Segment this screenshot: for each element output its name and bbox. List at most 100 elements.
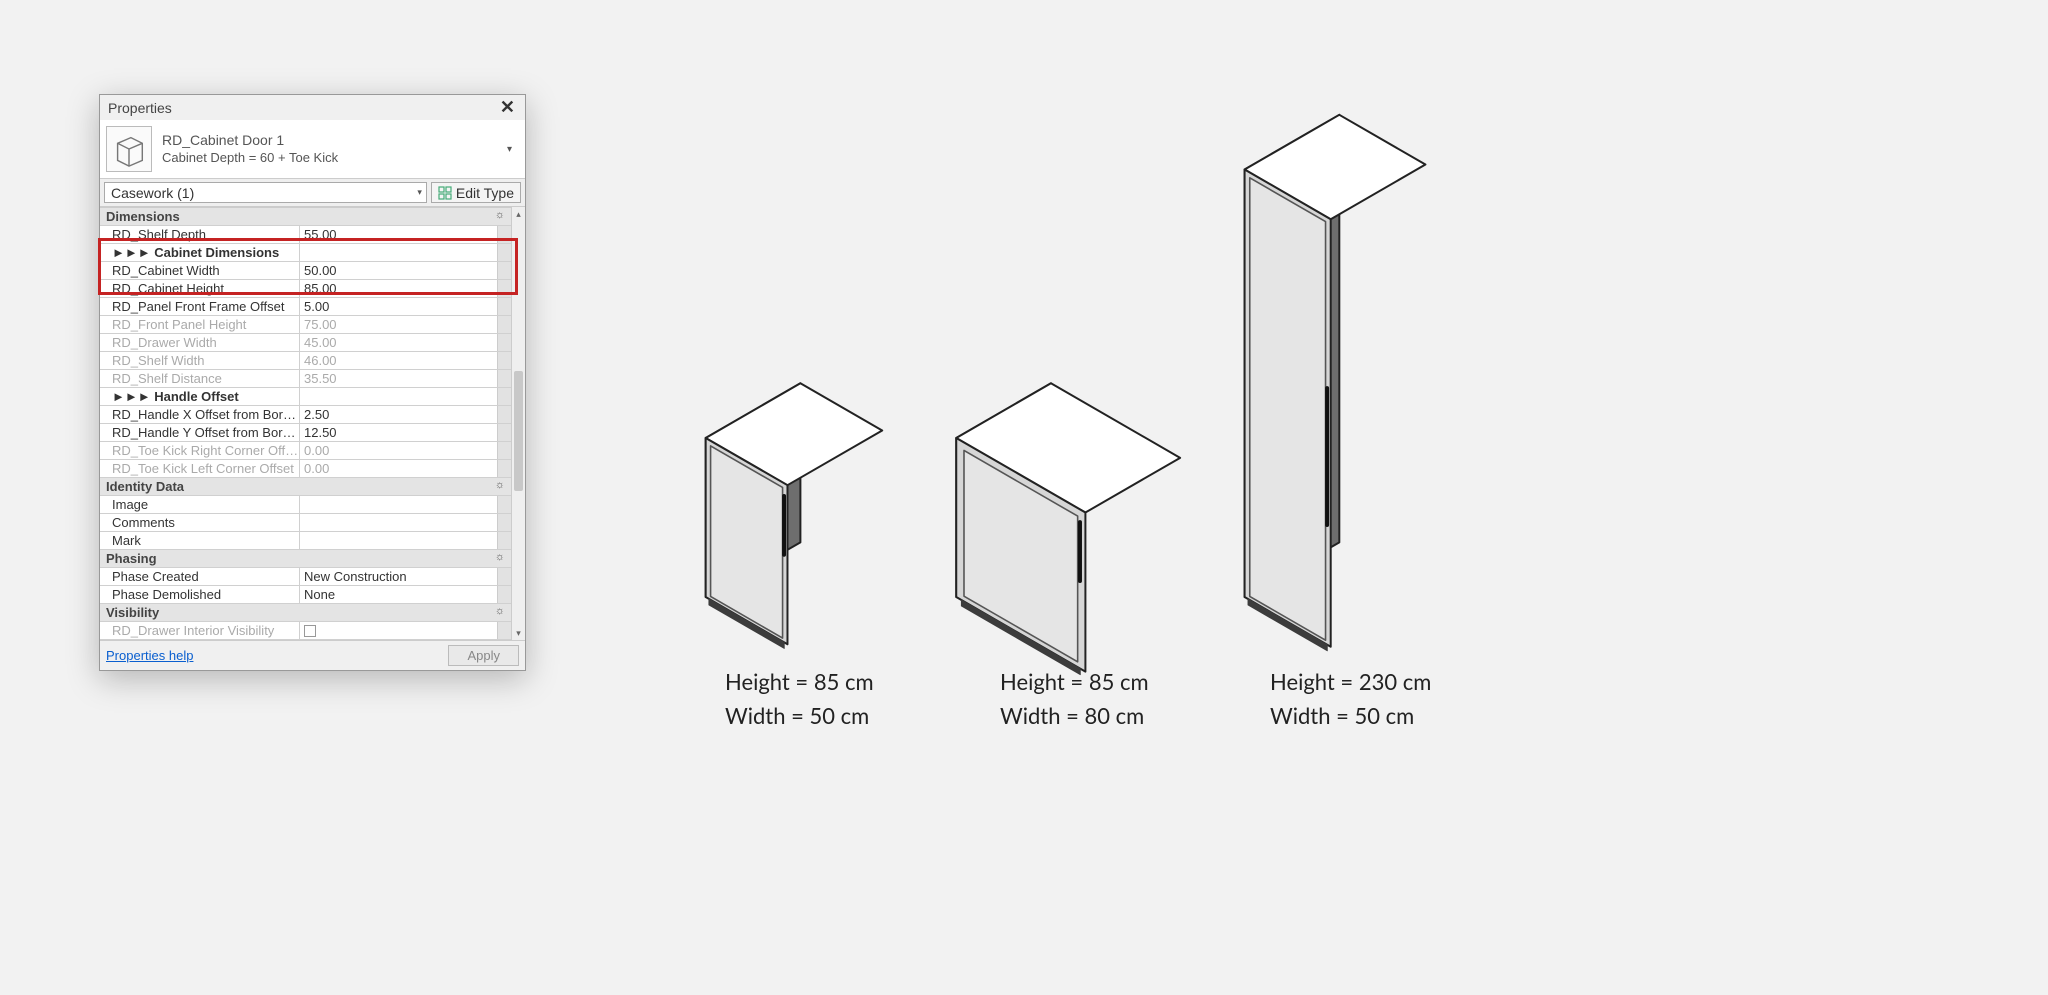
property-value — [300, 622, 497, 639]
group-header-identity[interactable]: Identity Data ☼ — [100, 478, 511, 496]
cabinet-1-label: Height = 85 cm Width = 50 cm — [725, 665, 874, 733]
property-row: RD_Front Panel Height75.00 — [100, 316, 511, 334]
property-row: RD_Toe Kick Left Corner Offset0.00 — [100, 460, 511, 478]
property-value[interactable]: 2.50 — [300, 406, 497, 423]
property-action-button[interactable] — [497, 244, 511, 261]
property-row: RD_Drawer Interior Visibility — [100, 622, 511, 640]
property-action-button — [497, 460, 511, 477]
property-row[interactable]: Mark — [100, 532, 511, 550]
property-value[interactable] — [300, 514, 497, 531]
property-row[interactable]: Phase DemolishedNone — [100, 586, 511, 604]
property-label: RD_Handle X Offset from Border — [100, 406, 300, 423]
property-action-button — [497, 316, 511, 333]
property-row[interactable]: RD_Handle Y Offset from Border12.50 — [100, 424, 511, 442]
property-row: RD_Shelf Distance35.50 — [100, 370, 511, 388]
property-row[interactable]: ►►► Handle Offset — [100, 388, 511, 406]
property-value[interactable]: 5.00 — [300, 298, 497, 315]
property-action-button[interactable] — [497, 586, 511, 603]
type-subname: Cabinet Depth = 60 + Toe Kick — [162, 150, 507, 167]
property-action-button — [497, 370, 511, 387]
property-action-button[interactable] — [497, 424, 511, 441]
property-row[interactable]: Image — [100, 496, 511, 514]
property-action-button[interactable] — [497, 280, 511, 297]
group-header-visibility[interactable]: Visibility ☼ — [100, 604, 511, 622]
property-value[interactable]: 55.00 — [300, 226, 497, 243]
scroll-thumb[interactable] — [514, 371, 523, 491]
property-row: RD_Drawer Width45.00 — [100, 334, 511, 352]
property-action-button[interactable] — [497, 406, 511, 423]
type-name: RD_Cabinet Door 1 — [162, 131, 507, 149]
property-value[interactable]: 12.50 — [300, 424, 497, 441]
property-action-button — [497, 334, 511, 351]
property-action-button — [497, 442, 511, 459]
collapse-icon[interactable]: ☼ — [495, 479, 505, 491]
collapse-icon[interactable]: ☼ — [495, 209, 505, 221]
property-row[interactable]: RD_Panel Front Frame Offset5.00 — [100, 298, 511, 316]
property-value: 35.50 — [300, 370, 497, 387]
collapse-icon[interactable]: ☼ — [495, 605, 505, 617]
property-label: Image — [100, 496, 300, 513]
property-value: 75.00 — [300, 316, 497, 333]
property-value[interactable] — [300, 532, 497, 549]
collapse-icon[interactable]: ☼ — [495, 551, 505, 563]
scrollbar[interactable]: ▴ ▾ — [511, 207, 525, 640]
cabinet-3-label: Height = 230 cm Width = 50 cm — [1270, 665, 1431, 733]
properties-panel: Properties ✕ RD_Cabinet Door 1 Cabinet D… — [99, 94, 526, 671]
property-value[interactable]: 50.00 — [300, 262, 497, 279]
category-dropdown[interactable]: Casework (1) ▾ — [104, 182, 427, 203]
property-action-button[interactable] — [497, 496, 511, 513]
property-row[interactable]: RD_Cabinet Width50.00 — [100, 262, 511, 280]
edit-type-button[interactable]: Edit Type — [431, 182, 521, 203]
property-action-button[interactable] — [497, 568, 511, 585]
property-row[interactable]: RD_Shelf Depth55.00 — [100, 226, 511, 244]
property-value: 45.00 — [300, 334, 497, 351]
close-icon[interactable]: ✕ — [496, 97, 519, 118]
chevron-down-icon[interactable]: ▾ — [507, 126, 519, 155]
group-header-dimensions[interactable]: Dimensions ☼ — [100, 208, 511, 226]
property-value[interactable] — [300, 496, 497, 513]
property-label: RD_Panel Front Frame Offset — [100, 298, 300, 315]
property-action-button[interactable] — [497, 532, 511, 549]
property-value[interactable]: New Construction — [300, 568, 497, 585]
property-value[interactable] — [300, 244, 497, 261]
property-label: RD_Front Panel Height — [100, 316, 300, 333]
property-action-button[interactable] — [497, 226, 511, 243]
property-label: RD_Drawer Interior Visibility — [100, 622, 300, 639]
property-action-button[interactable] — [497, 298, 511, 315]
property-action-button[interactable] — [497, 262, 511, 279]
property-label: RD_Shelf Width — [100, 352, 300, 369]
property-label: RD_Handle Y Offset from Border — [100, 424, 300, 441]
property-action-button[interactable] — [497, 514, 511, 531]
property-row[interactable]: Comments — [100, 514, 511, 532]
property-row[interactable]: RD_Cabinet Height85.00 — [100, 280, 511, 298]
property-label: Phase Demolished — [100, 586, 300, 603]
property-row[interactable]: RD_Handle X Offset from Border2.50 — [100, 406, 511, 424]
property-label: RD_Cabinet Height — [100, 280, 300, 297]
property-value: 0.00 — [300, 460, 497, 477]
property-label: RD_Shelf Distance — [100, 370, 300, 387]
property-label: Comments — [100, 514, 300, 531]
category-dropdown-label: Casework (1) — [111, 185, 194, 201]
edit-type-icon — [438, 186, 452, 200]
group-header-phasing[interactable]: Phasing ☼ — [100, 550, 511, 568]
type-selector[interactable]: RD_Cabinet Door 1 Cabinet Depth = 60 + T… — [100, 120, 525, 179]
property-label: Phase Created — [100, 568, 300, 585]
checkbox — [304, 625, 316, 637]
apply-button[interactable]: Apply — [448, 645, 519, 666]
properties-help-link[interactable]: Properties help — [106, 648, 193, 663]
property-row: RD_Toe Kick Right Corner Offset0.00 — [100, 442, 511, 460]
property-value[interactable]: 85.00 — [300, 280, 497, 297]
property-label: Mark — [100, 532, 300, 549]
property-value[interactable]: None — [300, 586, 497, 603]
property-action-button[interactable] — [497, 388, 511, 405]
property-label: RD_Toe Kick Right Corner Offset — [100, 442, 300, 459]
property-value: 0.00 — [300, 442, 497, 459]
scroll-down-icon[interactable]: ▾ — [512, 626, 525, 640]
property-row[interactable]: Phase CreatedNew Construction — [100, 568, 511, 586]
scroll-up-icon[interactable]: ▴ — [512, 207, 525, 221]
cabinet-2-label: Height = 85 cm Width = 80 cm — [1000, 665, 1149, 733]
property-label: RD_Toe Kick Left Corner Offset — [100, 460, 300, 477]
property-action-button — [497, 622, 511, 639]
property-value[interactable] — [300, 388, 497, 405]
property-row[interactable]: ►►► Cabinet Dimensions — [100, 244, 511, 262]
